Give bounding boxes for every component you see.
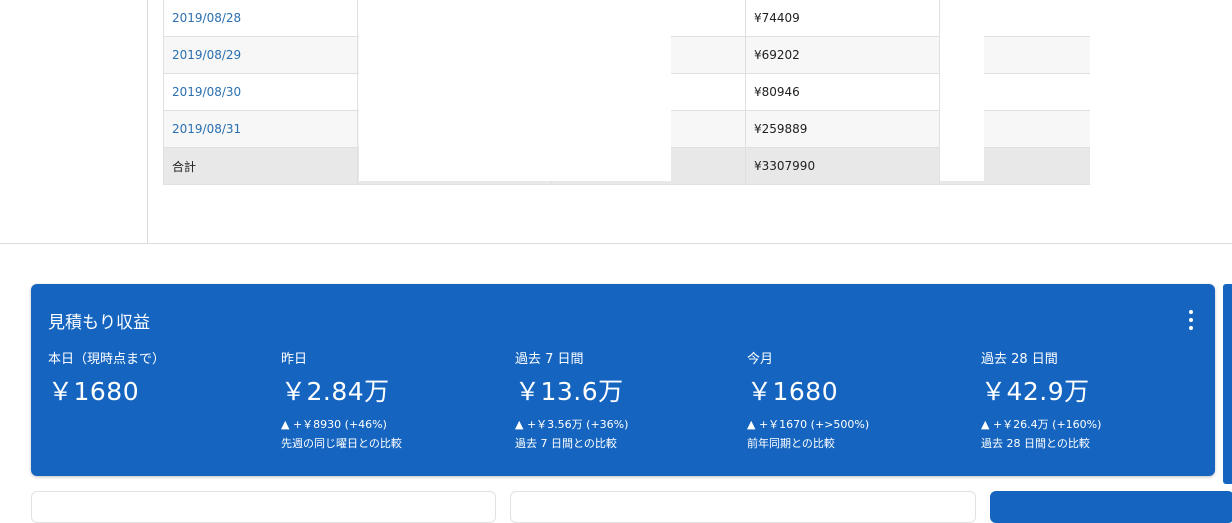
date-link[interactable]: 2019/08/28 xyxy=(172,11,241,25)
metric-value: ￥1680 xyxy=(747,377,839,406)
date-link[interactable]: 2019/08/30 xyxy=(172,85,241,99)
metric-delta: ▲ +￥8930 (+46%) xyxy=(281,418,387,431)
metric-label: 過去 28 日間 xyxy=(981,352,1058,367)
total-value: ¥3307990 xyxy=(745,147,940,185)
section-divider xyxy=(0,243,1232,244)
date-cell: 2019/08/30 xyxy=(163,73,358,111)
report-section: 2019/08/28 ¥74409 2019/08/29 ¥69202 2019… xyxy=(0,0,1232,243)
metric-delta: ▲ +￥1670 (+>500%) xyxy=(747,418,870,431)
more-vert-icon[interactable] xyxy=(1187,310,1195,330)
metric-label: 本日（現時点まで） xyxy=(48,352,166,367)
metric-compare: 先週の同じ曜日との比較 xyxy=(281,437,402,450)
bottom-card xyxy=(31,491,496,523)
sidebar-divider xyxy=(147,0,148,243)
date-link[interactable]: 2019/08/31 xyxy=(172,122,241,136)
bottom-card xyxy=(510,491,976,523)
earnings-cell: ¥69202 xyxy=(745,36,940,74)
earnings-cell: ¥80946 xyxy=(745,73,940,111)
metric-label: 過去 7 日間 xyxy=(515,352,584,367)
date-cell: 2019/08/28 xyxy=(163,0,358,37)
metric-compare: 前年同期との比較 xyxy=(747,437,835,450)
metric-value: ￥13.6万 xyxy=(515,377,624,406)
metric-compare: 過去 7 日間との比較 xyxy=(515,437,617,450)
metric-label: 昨日 xyxy=(281,352,308,367)
estimated-earnings-card: 見積もり収益 本日（現時点まで） ￥1680 昨日 ￥2.84万 ▲ +￥893… xyxy=(31,284,1215,476)
metric-today: 本日（現時点まで） ￥1680 xyxy=(48,348,268,408)
metric-delta: ▲ +￥26.4万 (+160%) xyxy=(981,418,1102,431)
earnings-cell: ¥259889 xyxy=(745,110,940,148)
metric-yesterday: 昨日 ￥2.84万 ▲ +￥8930 (+46%) 先週の同じ曜日との比較 xyxy=(281,348,501,451)
metric-last-28-days: 過去 28 日間 ￥42.9万 ▲ +￥26.4万 (+160%) 過去 28 … xyxy=(981,348,1201,451)
card-title: 見積もり収益 xyxy=(48,313,150,333)
date-link[interactable]: 2019/08/29 xyxy=(172,48,241,62)
metric-value: ￥1680 xyxy=(48,377,140,406)
bottom-card xyxy=(990,491,1232,523)
earnings-cell: ¥74409 xyxy=(745,0,940,37)
date-cell: 2019/08/29 xyxy=(163,36,358,74)
metric-value: ￥42.9万 xyxy=(981,377,1090,406)
metric-compare: 過去 28 日間との比較 xyxy=(981,437,1090,450)
redaction-block xyxy=(359,0,671,181)
total-label: 合計 xyxy=(163,147,358,185)
metric-label: 今月 xyxy=(747,352,774,367)
side-panel-edge xyxy=(1223,284,1232,484)
date-cell: 2019/08/31 xyxy=(163,110,358,148)
metric-delta: ▲ +￥3.56万 (+36%) xyxy=(515,418,629,431)
metric-value: ￥2.84万 xyxy=(281,377,390,406)
metric-this-month: 今月 ￥1680 ▲ +￥1670 (+>500%) 前年同期との比較 xyxy=(747,348,967,451)
redaction-block xyxy=(940,0,984,181)
metric-last-7-days: 過去 7 日間 ￥13.6万 ▲ +￥3.56万 (+36%) 過去 7 日間と… xyxy=(515,348,735,451)
